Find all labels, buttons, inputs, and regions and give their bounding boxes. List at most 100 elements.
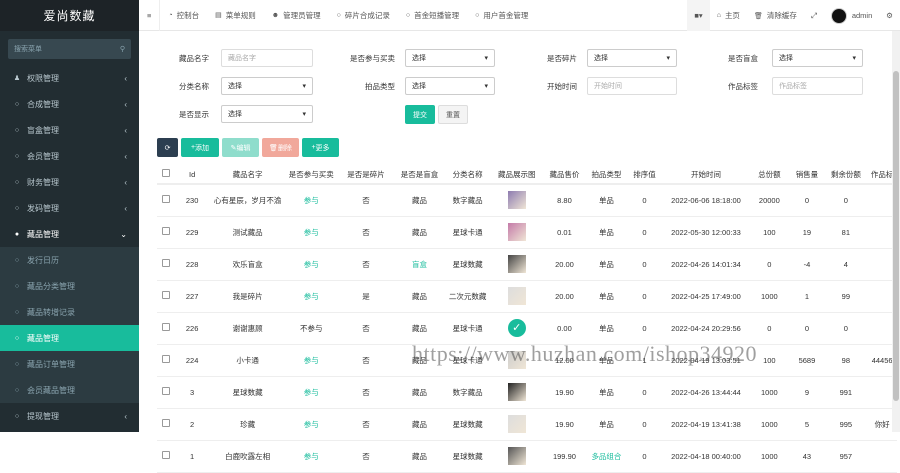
- table-row[interactable]: 1 白鹿吹露左相 参与否藏品 星球数藏 199.90 多品组合 0 2022-04-18 00…: [157, 440, 897, 473]
- collection-thumbnail[interactable]: [491, 184, 543, 217]
- tab-airdrop[interactable]: ○ 首金短播管理: [398, 0, 467, 31]
- sidebar-subitem-transfers[interactable]: ○ 藏品转增记录: [0, 299, 139, 325]
- row-checkbox[interactable]: [157, 216, 175, 249]
- search-icon[interactable]: ⚲: [120, 45, 125, 53]
- clear-cache-button[interactable]: 🗑 清除缓存: [747, 0, 804, 31]
- row-checkbox[interactable]: [157, 376, 175, 409]
- sidebar-subitem-categories[interactable]: ○ 藏品分类管理: [0, 273, 139, 299]
- cell-box: 藏品: [394, 376, 445, 409]
- thumbnail-image[interactable]: [507, 415, 526, 433]
- menu-toggle-button[interactable]: ≡: [139, 0, 159, 31]
- sidebar-item-codes[interactable]: ○ 发码管理 ‹: [0, 195, 139, 221]
- row-checkbox[interactable]: [157, 280, 175, 313]
- sidebar-subitem-member-collections[interactable]: ○ 会员藏品管理: [0, 377, 139, 403]
- buy-select[interactable]: 选择 ▾: [405, 49, 495, 67]
- select-all-checkbox[interactable]: [157, 165, 175, 185]
- reset-button[interactable]: 重置: [438, 105, 468, 124]
- table-row[interactable]: 229 测试藏品 参与否藏品 星球卡通 0.01 单品 0 2022-05-30 12:00:…: [157, 216, 897, 249]
- table-row[interactable]: 228 欢乐盲盒 参与否盲盒 星球数藏 20.00 单品 0 2022-04-26 14:01…: [157, 248, 897, 281]
- collection-thumbnail[interactable]: [491, 440, 543, 473]
- column-header[interactable]: 剩余份额: [824, 165, 868, 185]
- column-header[interactable]: 开始时间: [662, 165, 750, 185]
- tab-admins[interactable]: ☻ 管理员管理: [264, 0, 329, 31]
- table-row[interactable]: 227 我是碎片 参与是藏品 二次元数藏 20.00 单品 0 2022-04-25 17:4…: [157, 280, 897, 313]
- collection-thumbnail[interactable]: [491, 376, 543, 409]
- scrollbar-thumb[interactable]: [893, 71, 899, 401]
- column-header[interactable]: 排序值: [626, 165, 663, 185]
- blindbox-select[interactable]: 选择 ▾: [772, 49, 863, 67]
- row-checkbox[interactable]: [157, 248, 175, 281]
- start-time-input[interactable]: 开始时间: [587, 77, 677, 95]
- thumbnail-image[interactable]: [507, 223, 526, 241]
- thumbnail-image[interactable]: [507, 383, 526, 401]
- home-link[interactable]: ⌂ 主页: [710, 0, 747, 31]
- collection-thumbnail[interactable]: [491, 248, 543, 281]
- tab-menu-rules[interactable]: ▤ 菜单规则: [207, 0, 264, 31]
- user-menu[interactable]: admin: [824, 0, 879, 31]
- collection-thumbnail[interactable]: ✓: [491, 312, 543, 345]
- watermark: https://www.huzhan.com/ishop34920: [412, 341, 758, 366]
- more-button[interactable]: + 更多: [302, 138, 339, 157]
- column-header[interactable]: 是否是盲盒: [394, 165, 445, 185]
- column-header[interactable]: 分类名称: [444, 165, 492, 185]
- column-header[interactable]: 是否是碎片: [337, 165, 395, 185]
- fullscreen-button[interactable]: ⤢: [804, 0, 824, 31]
- collection-thumbnail[interactable]: [491, 408, 543, 441]
- tab-dashboard[interactable]: ◔ 控制台: [160, 0, 207, 31]
- fragment-select[interactable]: 选择 ▾: [587, 49, 677, 67]
- sidebar-item-withdraw[interactable]: ○ 提现管理 ‹: [0, 403, 139, 429]
- sidebar-item-synthesis[interactable]: ○ 合成管理 ‹: [0, 91, 139, 117]
- column-header[interactable]: 藏品名字: [209, 165, 286, 185]
- cell-id: 228: [174, 248, 210, 281]
- submit-button[interactable]: 提交: [405, 105, 435, 124]
- table-row[interactable]: 3 星球数藏 参与否藏品 数字藏品 19.90 单品 0 2022-04-26 13:44:4…: [157, 376, 897, 409]
- name-input[interactable]: 藏品名字: [221, 49, 313, 67]
- column-header[interactable]: 藏品展示图: [491, 165, 543, 185]
- tab-user-airdrop[interactable]: ○ 用户首金管理: [467, 0, 536, 31]
- table-row[interactable]: 226 谢谢惠顾 不参与否藏品 星球卡通 ✓ 0.00 单品 0 2022-04-24 20:2…: [157, 312, 897, 345]
- check-circle-icon[interactable]: ✓: [507, 319, 526, 337]
- sidebar-subitem-collection-mgmt[interactable]: ○ 藏品管理: [0, 325, 139, 351]
- row-checkbox[interactable]: [157, 344, 175, 377]
- column-header[interactable]: 是否参与买卖: [285, 165, 338, 185]
- tabs-dropdown-button[interactable]: ■▾: [687, 0, 710, 31]
- tab-fragment-records[interactable]: ○ 碎片合成记录: [329, 0, 398, 31]
- sidebar-search-input[interactable]: 搜索菜单 ⚲: [8, 39, 131, 59]
- sidebar-item-collections[interactable]: ● 藏品管理 ⌄: [0, 221, 139, 247]
- series-input[interactable]: 作品标签: [772, 77, 863, 95]
- collection-thumbnail[interactable]: [491, 280, 543, 313]
- thumbnail-image[interactable]: [507, 255, 526, 273]
- column-header[interactable]: 拍品类型: [586, 165, 627, 185]
- collection-thumbnail[interactable]: [491, 216, 543, 249]
- table-row[interactable]: 230 心有星辰，岁月不渝 参与否藏品 数字藏品 8.80 单品 0 2022-06-06 1…: [157, 184, 897, 217]
- row-checkbox[interactable]: [157, 184, 175, 217]
- thumbnail-image[interactable]: [507, 287, 526, 305]
- row-checkbox[interactable]: [157, 312, 175, 345]
- column-header[interactable]: Id: [174, 165, 210, 185]
- cell-left: 4: [824, 248, 868, 281]
- show-select[interactable]: 选择 ▾: [221, 105, 313, 123]
- brand-logo[interactable]: 爱尚数藏: [0, 0, 139, 31]
- sidebar-item-members[interactable]: ○ 会员管理 ‹: [0, 143, 139, 169]
- column-header[interactable]: 销售量: [789, 165, 825, 185]
- sidebar-item-auth[interactable]: ♟ 权限管理 ‹: [0, 65, 139, 91]
- refresh-button[interactable]: ⟳: [157, 138, 178, 157]
- column-header[interactable]: 藏品售价: [542, 165, 587, 185]
- add-button[interactable]: + 添加: [181, 138, 219, 157]
- category-select[interactable]: 选择 ▾: [221, 77, 313, 95]
- thumbnail-image[interactable]: [507, 191, 526, 210]
- table-row[interactable]: 2 珍藏 参与否藏品 星球数藏 19.90 单品 0 2022-04-19 13:41:38 1…: [157, 408, 897, 441]
- delete-button[interactable]: 🗑 删除: [262, 138, 299, 157]
- sidebar-item-finance[interactable]: ○ 财务管理 ‹: [0, 169, 139, 195]
- row-checkbox[interactable]: [157, 408, 175, 441]
- column-header[interactable]: 总份额: [749, 165, 790, 185]
- auction-select[interactable]: 选择 ▾: [405, 77, 495, 95]
- edit-button[interactable]: ✎ 编辑: [222, 138, 259, 157]
- sidebar-subitem-orders[interactable]: ○ 藏品订单管理: [0, 351, 139, 377]
- sidebar-item-blindbox[interactable]: ○ 盲盒管理 ‹: [0, 117, 139, 143]
- sidebar-subitem-calendar[interactable]: ○ 发行日历: [0, 247, 139, 273]
- scrollbar[interactable]: [892, 31, 900, 432]
- thumbnail-image[interactable]: [507, 447, 526, 465]
- settings-button[interactable]: ⚙: [879, 0, 900, 31]
- row-checkbox[interactable]: [157, 440, 175, 473]
